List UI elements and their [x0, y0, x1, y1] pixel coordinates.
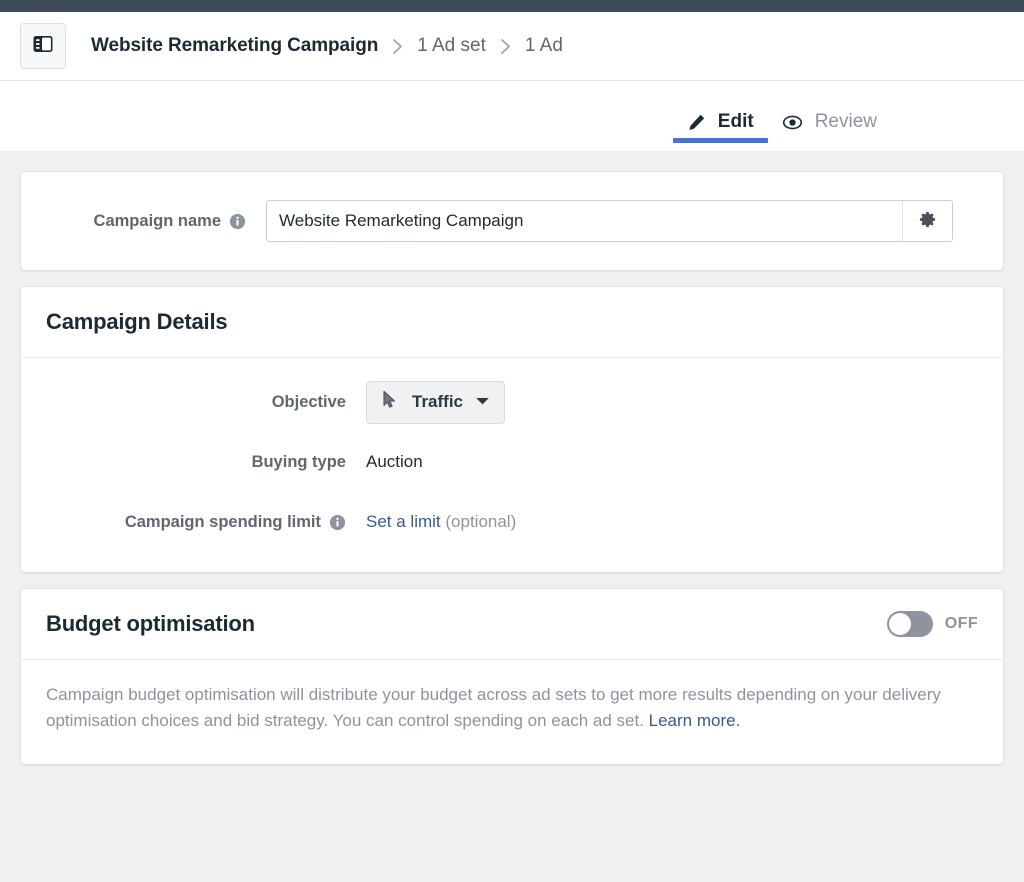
breadcrumb-item-ad-set[interactable]: 1 Ad set: [417, 35, 486, 57]
buying-type-label-text: Buying type: [252, 453, 346, 472]
objective-label-text: Objective: [272, 393, 346, 412]
objective-dropdown[interactable]: Traffic: [366, 381, 505, 424]
set-a-limit-link[interactable]: Set a limit: [366, 512, 441, 531]
budget-optimisation-toggle-wrap: OFF: [887, 611, 978, 637]
spending-limit-value: Set a limit (optional): [366, 512, 516, 532]
campaign-name-label: Campaign name: [21, 212, 246, 231]
spending-limit-label-text: Campaign spending limit: [125, 513, 321, 532]
gear-icon: [918, 210, 937, 232]
budget-optimisation-body: Campaign budget optimisation will distri…: [21, 660, 1003, 764]
info-icon[interactable]: [229, 213, 246, 230]
os-title-bar: [0, 0, 1024, 12]
buying-type-row: Buying type Auction: [21, 440, 1003, 484]
spending-limit-row: Campaign spending limit Set a limit (opt…: [21, 500, 1003, 544]
budget-optimisation-header: Budget optimisation OFF: [21, 589, 1003, 660]
budget-optimisation-toggle[interactable]: [887, 611, 933, 637]
campaign-name-input-wrapper: [266, 200, 953, 242]
objective-row: Objective Traffic: [21, 380, 1003, 424]
main-content: Campaign name: [0, 151, 1024, 882]
campaign-name-input[interactable]: [267, 201, 902, 241]
objective-value: Traffic: [412, 392, 463, 412]
buying-type-label: Buying type: [21, 453, 346, 472]
tab-edit[interactable]: Edit: [673, 93, 768, 151]
toggle-knob: [889, 613, 911, 635]
campaign-details-card: Campaign Details Objective Traffic: [20, 286, 1004, 573]
buying-type-value: Auction: [366, 452, 423, 472]
learn-more-link[interactable]: Learn more.: [649, 711, 741, 730]
budget-optimisation-description: Campaign budget optimisation will distri…: [46, 685, 941, 730]
tab-bar: Edit Review: [0, 81, 1024, 151]
pencil-icon: [687, 113, 706, 132]
tab-review[interactable]: Review: [768, 93, 891, 151]
chevron-down-icon: [475, 393, 490, 411]
budget-optimisation-toggle-state: OFF: [945, 615, 978, 633]
budget-optimisation-card: Budget optimisation OFF Campaign budget …: [20, 588, 1004, 765]
budget-optimisation-title: Budget optimisation: [46, 611, 255, 637]
campaign-details-header: Campaign Details: [21, 287, 1003, 358]
breadcrumb-campaign-title[interactable]: Website Remarketing Campaign: [91, 35, 378, 57]
objective-label: Objective: [21, 393, 346, 412]
breadcrumb: Website Remarketing Campaign 1 Ad set 1 …: [91, 35, 563, 57]
campaign-details-rows: Objective Traffic Buying type: [21, 358, 1003, 572]
spending-limit-label: Campaign spending limit: [21, 513, 346, 532]
campaign-name-label-text: Campaign name: [94, 212, 221, 231]
spending-limit-optional-text: (optional): [445, 512, 516, 531]
campaign-layout-icon-box[interactable]: [20, 23, 66, 69]
chevron-right-icon: [391, 38, 404, 55]
campaign-name-card: Campaign name: [20, 171, 1004, 271]
chevron-right-icon: [499, 38, 512, 55]
eye-icon: [782, 112, 803, 133]
breadcrumb-header: Website Remarketing Campaign 1 Ad set 1 …: [0, 12, 1024, 81]
breadcrumb-item-ad[interactable]: 1 Ad: [525, 35, 563, 57]
tab-review-label: Review: [815, 111, 877, 133]
campaign-details-title: Campaign Details: [46, 309, 227, 334]
campaign-name-settings-button[interactable]: [902, 201, 952, 241]
budget-optimisation-description-block: Campaign budget optimisation will distri…: [46, 682, 978, 734]
cursor-pointer-icon: [381, 390, 398, 414]
tab-edit-label: Edit: [718, 111, 754, 133]
campaign-layout-icon: [31, 32, 55, 61]
info-icon[interactable]: [329, 514, 346, 531]
